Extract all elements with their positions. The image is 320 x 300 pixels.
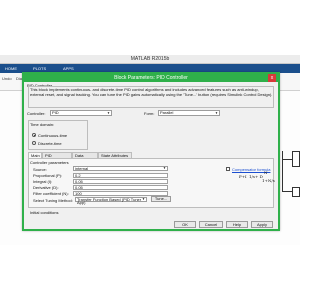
block-description: This block implements continuous- and di… <box>30 87 273 97</box>
controller-select[interactable]: PID ▼ <box>50 110 112 116</box>
signal-line <box>282 151 283 191</box>
main-tab-panel: Controller parameters Source: internal ▼… <box>28 158 275 208</box>
chevron-down-icon: ▼ <box>107 111 110 115</box>
proportional-field[interactable]: 0.2 <box>73 173 168 178</box>
integral-field[interactable]: 0.05 <box>73 179 168 184</box>
radio-continuous[interactable] <box>32 133 36 137</box>
time-domain-label: Time domain: <box>30 122 55 127</box>
ribbon-tab-plots[interactable]: PLOTS <box>30 65 49 72</box>
controller-value: PID <box>52 110 59 115</box>
ribbon-tab-home[interactable]: HOME <box>2 65 20 72</box>
formula-num: N <box>264 170 268 175</box>
form-label: Form: <box>144 111 155 116</box>
controller-label: Controller: <box>27 111 46 116</box>
radio-discrete[interactable] <box>32 141 36 145</box>
source-label: Source: <box>33 167 47 172</box>
initial-conditions-label[interactable]: Initial conditions <box>30 210 58 215</box>
formula-lhs: P+I <box>239 174 247 179</box>
chevron-down-icon: ▼ <box>215 111 218 115</box>
tuning-label: Select Tuning Method: <box>33 198 73 203</box>
ribbon-tab-apps[interactable]: APPS <box>60 65 77 72</box>
help-button[interactable]: Help <box>226 221 248 228</box>
apply-button[interactable]: Apply <box>251 221 273 228</box>
signal-line <box>282 159 292 160</box>
tune-button[interactable]: Tune... <box>151 196 171 202</box>
close-icon[interactable]: x <box>268 74 276 82</box>
tuning-value: Transfer Function Based (PID Tuner App) <box>77 197 142 205</box>
compensator-formula: P+I 1/s + D N 1+N/s <box>239 169 275 185</box>
tuning-method-select[interactable]: Transfer Function Based (PID Tuner App) … <box>75 197 147 205</box>
ok-button[interactable]: OK <box>174 221 196 228</box>
dialog-title: Block Parameters: PID Controller <box>24 74 278 82</box>
window-title: MATLAB R2015b <box>0 55 300 64</box>
continuous-label: Continuous-time <box>38 133 68 138</box>
param-label-n: Filter coefficient (N): <box>33 191 69 196</box>
derivative-field[interactable]: 0.05 <box>73 185 168 190</box>
cancel-button[interactable]: Cancel <box>199 221 223 228</box>
source-value: internal <box>75 166 89 171</box>
sim-block-right-lower[interactable] <box>292 187 300 197</box>
form-value: Parallel <box>160 110 174 115</box>
discrete-label: Discrete-time <box>38 141 62 146</box>
matlab-window: MATLAB R2015b HOME PLOTS APPS Undo Diagr… <box>0 55 300 245</box>
source-select[interactable]: internal ▼ <box>73 166 168 171</box>
time-domain-group: Time domain: Continuous-time Discrete-ti… <box>28 120 88 150</box>
controller-params-label: Controller parameters <box>30 160 69 165</box>
param-label-d: Derivative (D): <box>33 185 59 190</box>
block-parameters-dialog: Block Parameters: PID Controller x PID C… <box>22 72 280 231</box>
sim-block-right[interactable] <box>292 151 300 167</box>
param-label-i: Integral (I): <box>33 179 53 184</box>
description-box: This block implements continuous- and di… <box>28 86 274 108</box>
formula-den: 1+N/s <box>262 178 275 183</box>
compensator-checkbox[interactable] <box>226 167 230 171</box>
chevron-down-icon: ▼ <box>163 166 166 170</box>
toolbar-undo[interactable]: Undo <box>2 76 12 81</box>
form-select[interactable]: Parallel ▼ <box>158 110 220 116</box>
chevron-down-icon: ▼ <box>142 197 145 201</box>
param-label-p: Proportional (P): <box>33 173 63 178</box>
